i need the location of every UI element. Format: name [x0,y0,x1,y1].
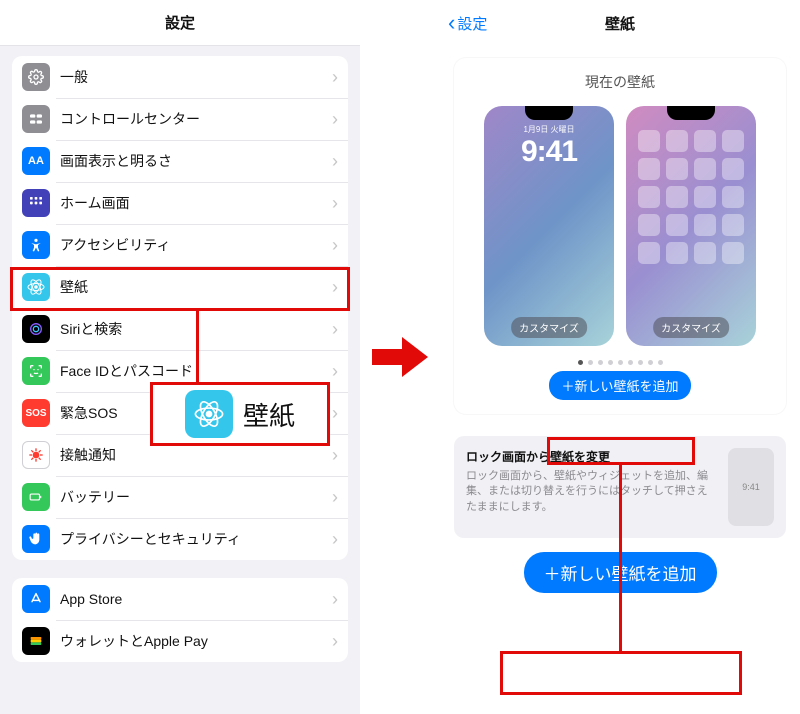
current-wallpaper-card: 現在の壁紙 1月9日 火曜日 9:41 カスタマイズ [454,58,786,414]
highlight-add-large [500,651,742,695]
chevron-right-icon: › [332,631,338,652]
row-label: 一般 [60,67,332,87]
row-label: 画面表示と明るさ [60,151,332,171]
row-label: ホーム画面 [60,193,332,213]
chevron-right-icon: › [332,403,338,424]
row-accessibility[interactable]: アクセシビリティ › [12,224,348,266]
appstore-icon [22,585,50,613]
wallpaper-panel: ‹ 設定 壁紙 現在の壁紙 1月9日 火曜日 9:41 カスタマイズ [440,0,800,714]
notch [525,106,573,120]
chevron-right-icon: › [332,277,338,298]
row-battery[interactable]: バッテリー › [12,476,348,518]
row-display[interactable]: AA 画面表示と明るさ › [12,140,348,182]
page-indicator [464,360,776,365]
row-label: ウォレットとApple Pay [60,631,332,651]
lock-date: 1月9日 火曜日 [523,124,574,135]
info-title: ロック画面から壁紙を変更 [466,448,718,465]
callout-wallpaper: 壁紙 [150,382,330,446]
info-thumbnail: 9:41 [728,448,774,526]
chevron-right-icon: › [332,151,338,172]
notch [667,106,715,120]
customize-button[interactable]: カスタマイズ [511,317,587,338]
row-wallpaper[interactable]: 壁紙 › [12,266,348,308]
card-title: 現在の壁紙 [464,72,776,92]
person-icon [22,231,50,259]
settings-panel: 設定 一般 › コントロールセンター › AA 画面表示と明るさ › [0,0,360,714]
chevron-right-icon: › [332,235,338,256]
atom-icon [185,390,233,438]
chevron-right-icon: › [332,445,338,466]
app-grid [630,130,752,264]
back-label: 設定 [457,13,487,34]
header: ‹ 設定 壁紙 [440,0,800,46]
row-label: 壁紙 [60,277,332,297]
row-label: App Store [60,591,332,607]
wallet-icon [22,627,50,655]
chevron-right-icon: › [332,319,338,340]
row-appstore[interactable]: App Store › [12,578,348,620]
row-label: 接触通知 [60,445,332,465]
settings-group-1: 一般 › コントロールセンター › AA 画面表示と明るさ › ホーム画面 [12,56,348,560]
lock-time: 9:41 [521,135,577,169]
lock-screen-preview[interactable]: 1月9日 火曜日 9:41 カスタマイズ [484,106,614,346]
connector-line [619,465,622,651]
settings-group-2: App Store › ウォレットとApple Pay › [12,578,348,662]
chevron-right-icon: › [332,529,338,550]
info-desc: ロック画面から、壁紙やウィジェットを追加、編集、または切り替えを行うにはタッチし… [466,469,718,515]
hand-icon [22,525,50,553]
row-label: アクセシビリティ [60,235,332,255]
battery-icon [22,483,50,511]
chevron-right-icon: › [332,487,338,508]
chevron-right-icon: › [332,361,338,382]
atom-icon [22,273,50,301]
face-id-icon [22,357,50,385]
callout-label: 壁紙 [243,396,295,433]
sliders-icon [22,105,50,133]
row-label: プライバシーとセキュリティ [60,529,332,549]
chevron-right-icon: › [332,193,338,214]
grid-icon [22,189,50,217]
row-label: コントロールセンター [60,109,332,129]
row-siri[interactable]: Siriと検索 › [12,308,348,350]
home-screen-preview[interactable]: カスタマイズ [626,106,756,346]
row-label: バッテリー [60,487,332,507]
chevron-right-icon: › [332,67,338,88]
sos-icon: SOS [22,399,50,427]
transition-arrow [360,0,440,714]
chevron-right-icon: › [332,589,338,610]
connector-line [196,311,199,384]
row-privacy[interactable]: プライバシーとセキュリティ › [12,518,348,560]
row-home[interactable]: ホーム画面 › [12,182,348,224]
chevron-right-icon: › [332,109,338,130]
row-control-center[interactable]: コントロールセンター › [12,98,348,140]
gear-icon [22,63,50,91]
add-wallpaper-button[interactable]: ＋新しい壁紙を追加 [549,371,690,400]
text-size-icon: AA [22,147,50,175]
back-button[interactable]: ‹ 設定 [448,10,487,36]
chevron-left-icon: ‹ [448,10,455,36]
page-title: 設定 [0,0,360,46]
page-title: 壁紙 [440,13,800,34]
siri-icon [22,315,50,343]
virus-icon [22,441,50,469]
row-general[interactable]: 一般 › [12,56,348,98]
customize-button[interactable]: カスタマイズ [653,317,729,338]
row-wallet[interactable]: ウォレットとApple Pay › [12,620,348,662]
